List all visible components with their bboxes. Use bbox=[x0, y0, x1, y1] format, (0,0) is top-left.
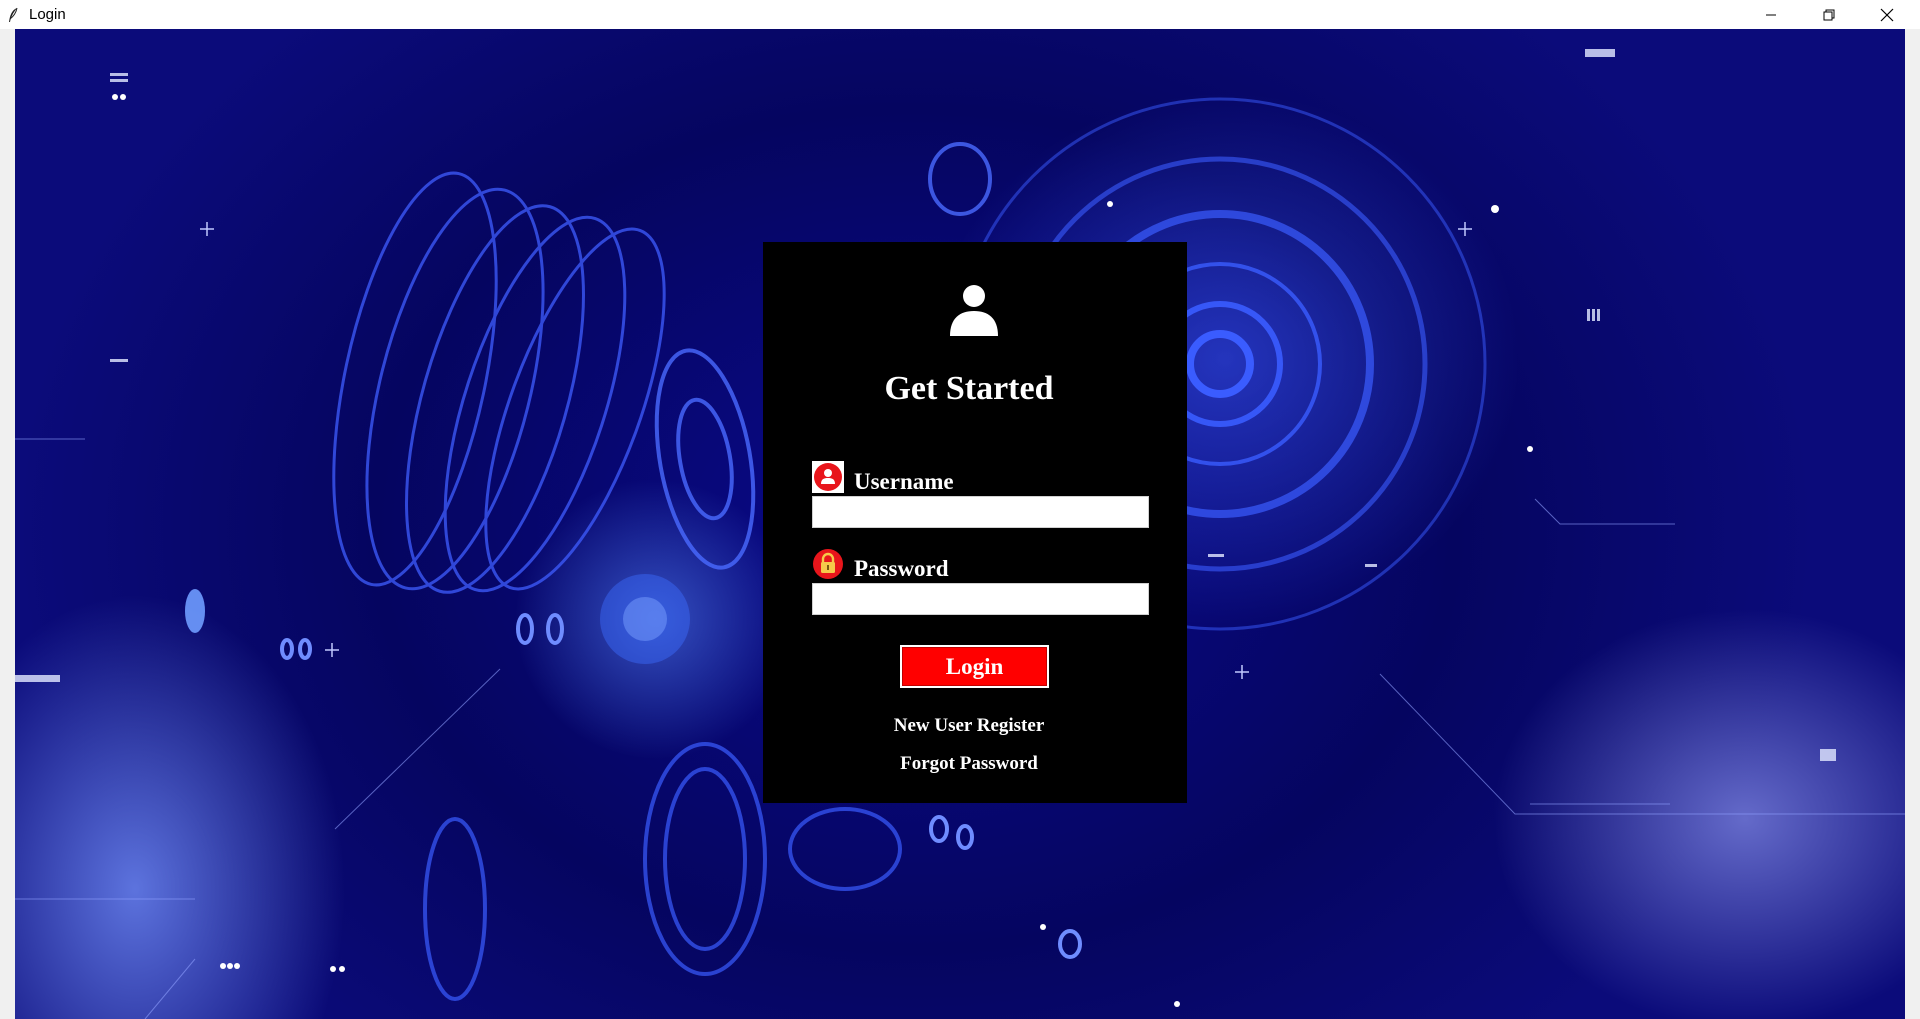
user-avatar-icon bbox=[950, 285, 998, 336]
page-title: Get Started bbox=[884, 370, 1054, 407]
restore-button[interactable] bbox=[1800, 0, 1858, 29]
close-icon bbox=[1880, 8, 1894, 21]
username-label-row: Username bbox=[812, 461, 954, 493]
login-panel: Get Started Username Password Login New … bbox=[763, 242, 1187, 803]
feather-icon bbox=[5, 7, 21, 23]
minimize-button[interactable] bbox=[1742, 0, 1800, 29]
new-user-register-link[interactable]: New User Register bbox=[763, 715, 1175, 737]
lock-icon bbox=[813, 549, 843, 579]
login-window: Login Get Started Username Password Logi… bbox=[0, 0, 1920, 1019]
user-circle-icon bbox=[812, 461, 844, 493]
password-label: Password bbox=[854, 556, 949, 581]
window-title: Login bbox=[29, 6, 66, 23]
password-input[interactable] bbox=[812, 583, 1149, 615]
client-area: Get Started Username Password Login New … bbox=[0, 29, 1920, 1019]
restore-icon bbox=[1823, 9, 1835, 20]
username-label: Username bbox=[854, 469, 954, 494]
close-button[interactable] bbox=[1858, 0, 1916, 29]
login-button[interactable]: Login bbox=[900, 645, 1049, 688]
title-bar[interactable]: Login bbox=[0, 0, 1920, 29]
minimize-icon bbox=[1766, 14, 1776, 15]
username-input[interactable] bbox=[812, 496, 1149, 528]
forgot-password-link[interactable]: Forgot Password bbox=[763, 753, 1175, 775]
password-label-row: Password bbox=[812, 548, 949, 580]
